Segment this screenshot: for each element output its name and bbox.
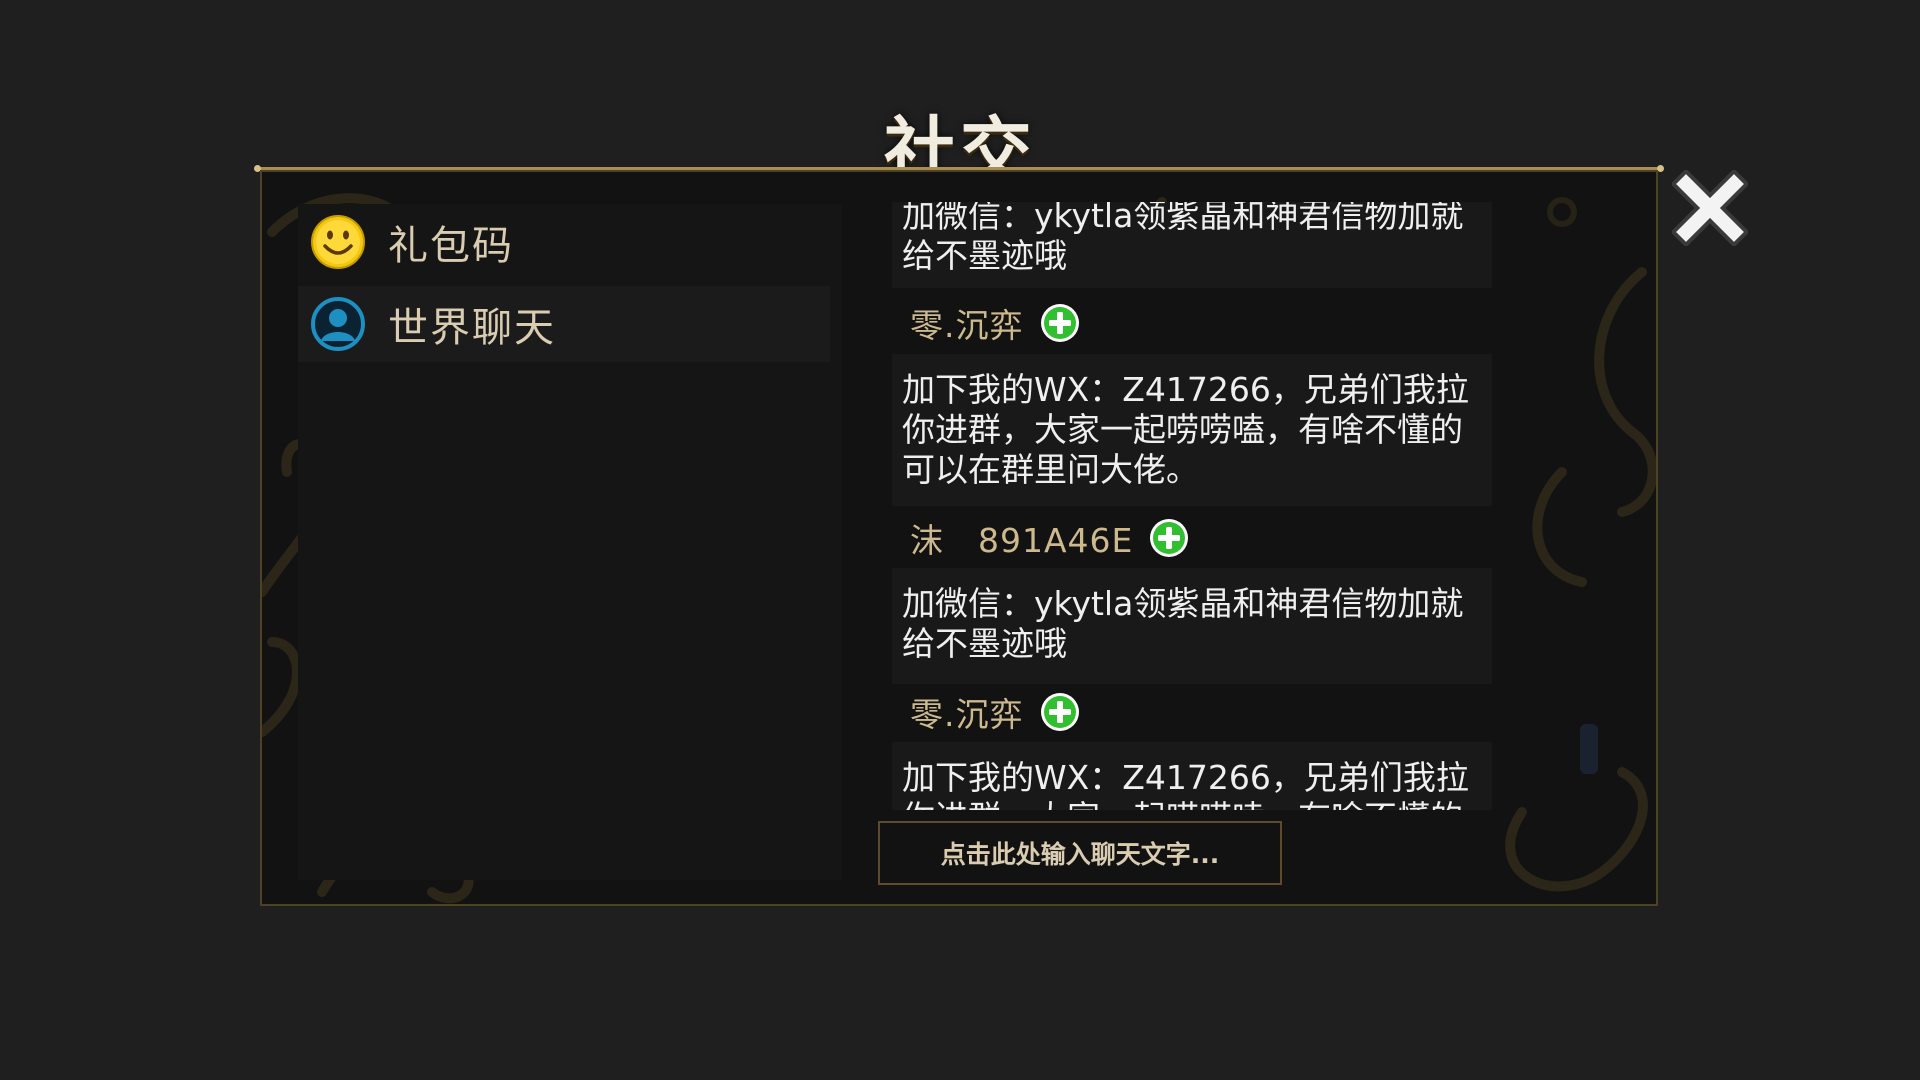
chat-sender-name: 零.沉弈 xyxy=(910,695,1024,734)
chat-scrollbar-thumb[interactable] xyxy=(1580,724,1598,774)
chat-message: 加微信：ykytla领紫晶和神君信物加就给不墨迹哦 xyxy=(892,568,1492,684)
chat-message: 加下我的WX：Z417266，兄弟们我拉你进群，大家一起唠唠嗑，有啥不懂的可以在… xyxy=(892,742,1492,810)
chat-message-text: 加下我的WX：Z417266，兄弟们我拉你进群，大家一起唠唠嗑，有啥不懂的可以在… xyxy=(902,758,1469,810)
chat-sender-row: 零.沉弈 xyxy=(910,687,1080,737)
chat-message-text: 加微信：ykytla领紫晶和神君信物加就给不墨迹哦 xyxy=(902,202,1464,275)
sidebar-item-world-chat[interactable]: 世界聊天 xyxy=(298,286,830,362)
add-friend-icon[interactable] xyxy=(1040,303,1080,343)
chat-message: 加微信：ykytla领紫晶和神君信物加就给不墨迹哦 xyxy=(892,202,1492,288)
chat-message-list[interactable]: 加微信：ykytla领紫晶和神君信物加就给不墨迹哦 零.沉弈 加下我的WX：Z4… xyxy=(892,202,1512,810)
smiley-icon xyxy=(311,215,365,269)
sidebar-item-label: 礼包码 xyxy=(388,223,514,269)
user-icon xyxy=(311,297,365,351)
sidebar: 礼包码 世界聊天 xyxy=(298,204,842,880)
panel-corner-right xyxy=(1657,165,1664,172)
social-screen: 社交 礼包码 世界聊天 加微信：ykytla领紫晶和神君信物加就给不墨迹哦 零.… xyxy=(0,0,1920,1080)
add-friend-icon[interactable] xyxy=(1149,518,1189,558)
chat-sender-name: 零.沉弈 xyxy=(910,306,1024,345)
social-panel: 礼包码 世界聊天 加微信：ykytla领紫晶和神君信物加就给不墨迹哦 零.沉弈 xyxy=(260,170,1658,906)
chat-message-text: 加微信：ykytla领紫晶和神君信物加就给不墨迹哦 xyxy=(902,584,1464,663)
chat-input-field[interactable]: 点击此处输入聊天文字... xyxy=(878,821,1282,885)
sidebar-item-label: 世界聊天 xyxy=(388,305,556,351)
chat-message-text: 加下我的WX：Z417266，兄弟们我拉你进群，大家一起唠唠嗑，有啥不懂的可以在… xyxy=(902,370,1469,489)
chat-sender-name: 沫 891A46E xyxy=(910,521,1134,560)
chat-sender-row: 零.沉弈 xyxy=(910,298,1080,348)
chat-sender-row: 沫 891A46E xyxy=(910,513,1189,563)
chat-message: 加下我的WX：Z417266，兄弟们我拉你进群，大家一起唠唠嗑，有啥不懂的可以在… xyxy=(892,354,1492,506)
close-icon[interactable] xyxy=(1672,170,1748,246)
sidebar-item-gift-code[interactable]: 礼包码 xyxy=(298,204,830,280)
add-friend-icon[interactable] xyxy=(1040,692,1080,732)
